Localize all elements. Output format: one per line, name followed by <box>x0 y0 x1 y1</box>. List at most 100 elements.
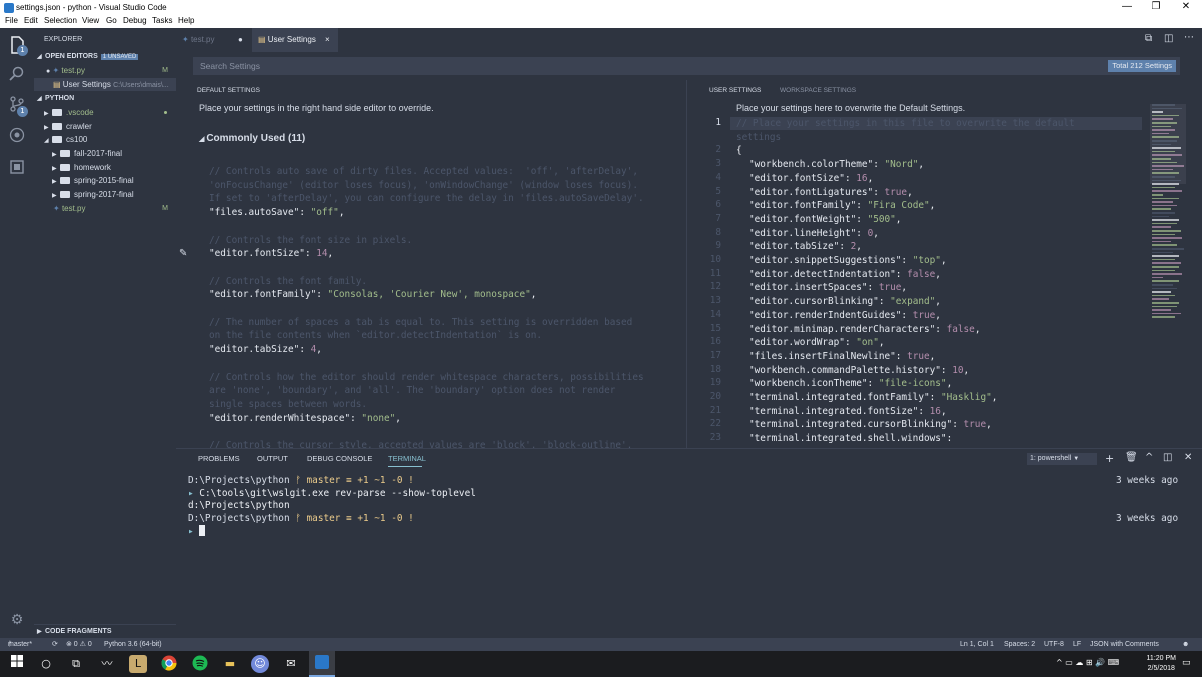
terminal-prompt[interactable]: ▸ <box>188 525 206 539</box>
tree-item-spring-2017-final[interactable]: ▶ spring-2017-final <box>34 188 176 201</box>
minimap-line <box>1152 276 1164 279</box>
line-number: 1 <box>715 117 721 128</box>
close-button[interactable]: ✕ <box>1170 1 1202 12</box>
line-ending[interactable]: LF <box>1073 638 1081 651</box>
tree-item-spring-2015-final[interactable]: ▶ spring-2015-final <box>34 174 176 187</box>
chevron-up-icon[interactable]: ^ <box>1145 452 1153 463</box>
split-editor-icon[interactable]: ◫ <box>1164 33 1173 44</box>
open-editor-test-py[interactable]: ● ✦ test.py M <box>34 64 176 77</box>
setting-comment: If set to 'afterDelay', you can configur… <box>209 193 644 205</box>
minimap-line <box>1152 212 1175 214</box>
settings-search[interactable]: Search Settings Total 212 Settings <box>193 57 1180 75</box>
indentation[interactable]: Spaces: 2 <box>1004 638 1035 651</box>
commonly-used-section[interactable]: ◢ Commonly Used (11) <box>199 133 305 144</box>
setting-key: "editor.fontSize" <box>209 248 305 260</box>
menu-edit[interactable]: Edit <box>24 16 38 25</box>
menu-selection[interactable]: Selection <box>44 16 77 25</box>
menu-debug[interactable]: Debug <box>123 16 147 25</box>
edit-pencil-icon[interactable]: ✎ <box>179 248 187 259</box>
python-interpreter[interactable]: Python 3.6 (64-bit) <box>104 638 162 651</box>
code-line: "editor.wordWrap": "on", <box>749 336 885 350</box>
cursor-position[interactable]: Ln 1, Col 1 <box>960 638 994 651</box>
tray-icons[interactable]: ^ ▭ ☁ ⊞ 🔊 ⌨ <box>1056 658 1119 667</box>
setting-comma: , <box>974 323 981 335</box>
task-view-icon[interactable]: ⧉ <box>67 655 85 673</box>
minimap[interactable] <box>1150 104 1186 334</box>
open-editor-label: User Settings <box>62 80 111 89</box>
menu-file[interactable]: File <box>5 16 18 25</box>
league-icon[interactable]: L <box>129 655 147 673</box>
tree-item-crawler[interactable]: ▶ crawler <box>34 120 176 133</box>
notifications-icon[interactable]: ▭ <box>1182 658 1191 668</box>
tab-problems[interactable]: PROBLEMS <box>198 454 240 463</box>
tab-terminal[interactable]: TERMINAL <box>388 454 426 463</box>
folder-header[interactable]: ◢ PYTHON <box>34 92 176 105</box>
extensions-icon[interactable] <box>8 159 26 177</box>
open-editor-path: C:\Users\dmais\... <box>113 82 169 89</box>
maximize-button[interactable]: ❐ <box>1140 1 1172 12</box>
problems-status[interactable]: ⊗ 0 ⚠ 0 <box>66 638 92 651</box>
setting-comma: , <box>873 227 879 239</box>
search-input[interactable]: Search Settings <box>200 57 260 75</box>
close-tab-icon[interactable]: × <box>325 28 330 52</box>
menu-go[interactable]: Go <box>106 16 117 25</box>
user-settings-editor[interactable]: USER SETTINGS WORKSPACE SETTINGS Place y… <box>694 80 1202 448</box>
language-mode[interactable]: JSON with Comments <box>1090 638 1159 651</box>
system-clock[interactable]: 11:20 PM 2/5/2018 <box>1147 654 1176 674</box>
encoding[interactable]: UTF-8 <box>1044 638 1064 651</box>
spotify-icon[interactable] <box>191 655 209 673</box>
open-file-icon[interactable]: ⧉ <box>1145 33 1152 44</box>
windows-start-icon[interactable] <box>8 655 26 673</box>
trash-icon[interactable]: 🗑 <box>1125 452 1138 463</box>
tab-output[interactable]: OUTPUT <box>257 454 288 463</box>
search-icon[interactable] <box>8 66 26 84</box>
unsaved-dot-icon: ● <box>46 68 51 75</box>
line-number: 20 <box>709 391 721 402</box>
minimize-button[interactable]: — <box>1111 1 1143 12</box>
default-settings-editor[interactable]: DEFAULT SETTINGS Place your settings in … <box>176 80 686 448</box>
line-number: 9 <box>715 240 721 252</box>
tab-workspace-settings[interactable]: WORKSPACE SETTINGS <box>780 87 856 94</box>
tab-user-settings-scope[interactable]: USER SETTINGS <box>709 87 761 94</box>
sync-icon[interactable]: ⟳ <box>52 638 58 651</box>
app-icon[interactable]: 〰 <box>98 655 116 673</box>
terminal-select[interactable]: 1: powershell ▼ <box>1027 453 1097 465</box>
open-editors-header[interactable]: ◢ OPEN EDITORS 1 UNSAVED <box>34 50 176 63</box>
tree-item-vscode[interactable]: ▶ .vscode <box>34 106 176 119</box>
setting-key: "editor.wordWrap" <box>749 337 845 349</box>
open-editor-user-settings[interactable]: ▤ User Settings C:\Users\dmais\... <box>34 78 176 91</box>
tree-item-homework[interactable]: ▶ homework <box>34 161 176 174</box>
tree-item-test-py[interactable]: ✦ test.py M <box>34 202 176 215</box>
editor-sash[interactable] <box>686 80 694 448</box>
menu-help[interactable]: Help <box>178 16 194 25</box>
cortana-icon[interactable]: ○ <box>37 655 55 673</box>
code-line: "editor.fontFamily": "Fira Code", <box>749 199 935 213</box>
bottom-panel: PROBLEMS OUTPUT DEBUG CONSOLE TERMINAL 1… <box>176 448 1202 638</box>
mail-icon[interactable]: ✉ <box>282 655 300 673</box>
minimap-line <box>1152 248 1185 250</box>
debug-icon[interactable] <box>8 127 26 145</box>
menu-tasks[interactable]: Tasks <box>152 16 172 25</box>
more-actions-icon[interactable]: ⋯ <box>1184 32 1194 43</box>
vscode-taskbar-icon[interactable] <box>309 651 335 677</box>
default-settings-hint: Place your settings in the right hand si… <box>199 103 434 113</box>
tab-test-py[interactable]: ✦ test.py ● <box>176 28 252 52</box>
maximize-panel-icon[interactable]: ◫ <box>1163 452 1172 463</box>
new-terminal-icon[interactable]: + <box>1105 452 1114 465</box>
settings-gear-icon[interactable]: ⚙ <box>8 611 26 629</box>
feedback-icon[interactable]: ☻ <box>1182 638 1189 651</box>
close-panel-icon[interactable]: ✕ <box>1184 452 1192 463</box>
tab-debug-console[interactable]: DEBUG CONSOLE <box>307 454 372 463</box>
setting-value: 14 <box>316 248 328 260</box>
folder-icon <box>60 164 70 171</box>
tab-user-settings[interactable]: ▤ User Settings × <box>252 28 338 52</box>
minimap-viewport[interactable] <box>1150 104 1186 184</box>
chrome-icon[interactable] <box>160 655 178 673</box>
menu-view[interactable]: View <box>82 16 99 25</box>
tree-item-cs100[interactable]: ◢ cs100 <box>34 133 176 146</box>
discord-icon[interactable]: ☺ <box>251 655 269 673</box>
file-explorer-icon[interactable]: ▬ <box>221 655 239 673</box>
code-fragments-header[interactable]: ▶ CODE FRAGMENTS <box>34 624 176 637</box>
tree-item-fall-2017-final[interactable]: ▶ fall-2017-final <box>34 147 176 160</box>
setting-key: "terminal.integrated.fontFamily" <box>749 392 930 403</box>
